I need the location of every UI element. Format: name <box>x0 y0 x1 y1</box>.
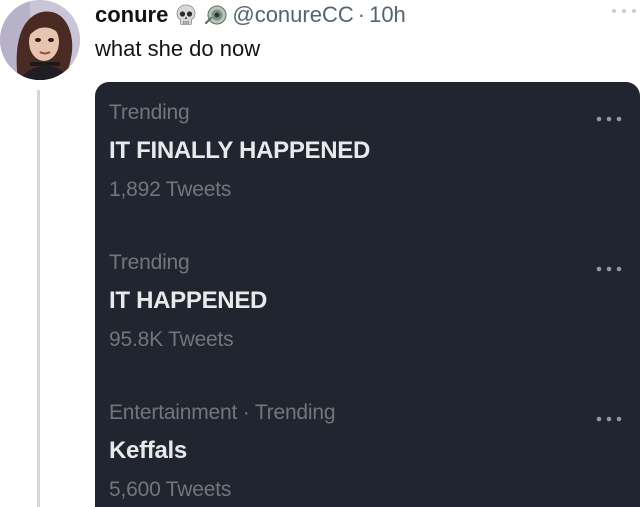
trend-more-icon[interactable] <box>594 112 624 126</box>
handle[interactable]: @conureCC <box>232 2 353 28</box>
avatar[interactable] <box>0 0 80 80</box>
skull-icon <box>176 4 196 25</box>
avatar-image <box>0 0 80 80</box>
trend-title[interactable]: IT FINALLY HAPPENED <box>109 134 629 168</box>
thread-line <box>37 90 40 507</box>
trend-item[interactable]: Trending IT FINALLY HAPPENED 1,892 Tweet… <box>109 100 629 204</box>
trend-count: 95.8K Tweets <box>109 328 234 351</box>
trend-more-icon[interactable] <box>594 262 624 276</box>
display-name[interactable]: conure <box>95 2 168 28</box>
boomerang-icon <box>205 5 227 25</box>
timestamp[interactable]: 10h <box>369 2 406 28</box>
trends-card: Trending IT FINALLY HAPPENED 1,892 Tweet… <box>95 82 640 507</box>
trend-title[interactable]: Keffals <box>109 434 629 468</box>
trend-item[interactable]: Entertainment · Trending Keffals 5,600 T… <box>109 400 629 504</box>
trend-context: Trending <box>109 101 190 124</box>
tweet-header: conure @conureCC · 10h <box>95 0 406 30</box>
trend-item[interactable]: Trending IT HAPPENED 95.8K Tweets <box>109 250 629 354</box>
trend-count: 1,892 Tweets <box>109 178 232 201</box>
tweet-text: what she do now <box>95 36 261 61</box>
trend-count: 5,600 Tweets <box>109 478 232 501</box>
trend-context: Trending <box>109 251 190 274</box>
trend-context: Entertainment · Trending <box>109 401 336 424</box>
trend-more-icon[interactable] <box>594 412 624 426</box>
trend-title[interactable]: IT HAPPENED <box>109 284 629 318</box>
more-options-icon[interactable] <box>610 3 638 19</box>
separator: · <box>357 2 366 27</box>
tweet[interactable]: conure @conureCC · 10h what she do now T… <box>0 0 640 507</box>
